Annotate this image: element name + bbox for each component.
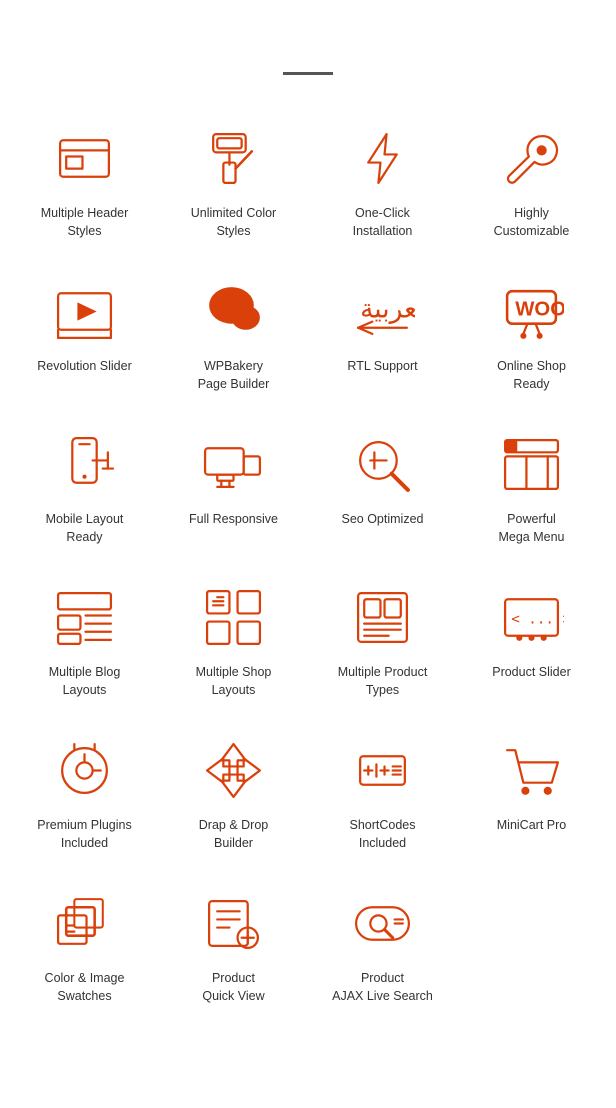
svg-text:العربية: العربية [360, 293, 415, 324]
multiple-shop-layouts-icon [194, 582, 274, 652]
multiple-shop-layouts-label: Multiple Shop Layouts [196, 664, 272, 699]
rtl-support-icon: العربية [343, 276, 423, 346]
mobile-layout-ready-label: Mobile Layout Ready [46, 511, 124, 546]
shortcodes-included-label: ShortCodes Included [349, 817, 415, 852]
color-image-swatches-icon [45, 888, 125, 958]
minicart-pro-icon [492, 735, 572, 805]
seo-optimized-icon [343, 429, 423, 499]
unlimited-color-styles-label: Unlimited Color Styles [191, 205, 276, 240]
feature-item-multiple-header-styles: Multiple Header Styles [10, 105, 159, 258]
full-responsive-label: Full Responsive [189, 511, 278, 529]
multiple-product-types-label: Multiple Product Types [338, 664, 428, 699]
product-slider-icon: < ... > [492, 582, 572, 652]
svg-text:WOO: WOO [515, 298, 564, 320]
feature-item-full-responsive: Full Responsive [159, 411, 308, 564]
online-shop-ready-icon: WOO [492, 276, 572, 346]
features-grid: Multiple Header Styles Unlimited Color St… [0, 105, 616, 1023]
feature-item-powerful-mega-menu: Powerful Mega Menu [457, 411, 606, 564]
feature-item-shortcodes-included: ShortCodes Included [308, 717, 457, 870]
revolution-slider-icon [45, 276, 125, 346]
wpbakery-page-builder-icon [194, 276, 274, 346]
premium-plugins-included-label: Premium Plugins Included [37, 817, 131, 852]
product-slider-label: Product Slider [492, 664, 571, 682]
feature-item-product-quick-view: Product Quick View [159, 870, 308, 1023]
multiple-header-styles-label: Multiple Header Styles [41, 205, 129, 240]
svg-text:< ... >: < ... > [511, 611, 564, 627]
multiple-header-styles-icon [45, 123, 125, 193]
feature-item-online-shop-ready: WOO Online Shop Ready [457, 258, 606, 411]
product-quick-view-icon [194, 888, 274, 958]
feature-item-multiple-shop-layouts: Multiple Shop Layouts [159, 564, 308, 717]
minicart-pro-label: MiniCart Pro [497, 817, 566, 835]
highly-customizable-label: Highly Customizable [494, 205, 570, 240]
multiple-product-types-icon [343, 582, 423, 652]
drag-drop-builder-icon [194, 735, 274, 805]
product-quick-view-label: Product Quick View [202, 970, 264, 1005]
rtl-support-label: RTL Support [347, 358, 417, 376]
seo-optimized-label: Seo Optimized [342, 511, 424, 529]
feature-item-multiple-blog-layouts: Multiple Blog Layouts [10, 564, 159, 717]
powerful-mega-menu-icon [492, 429, 572, 499]
powerful-mega-menu-label: Powerful Mega Menu [498, 511, 564, 546]
product-ajax-live-search-icon [343, 888, 423, 958]
multiple-blog-layouts-icon [45, 582, 125, 652]
feature-item-revolution-slider: Revolution Slider [10, 258, 159, 411]
feature-item-seo-optimized: Seo Optimized [308, 411, 457, 564]
drag-drop-builder-label: Drap & Drop Builder [199, 817, 268, 852]
mobile-layout-ready-icon [45, 429, 125, 499]
premium-plugins-included-icon [45, 735, 125, 805]
shortcodes-included-icon [343, 735, 423, 805]
feature-item-multiple-product-types: Multiple Product Types [308, 564, 457, 717]
feature-item-rtl-support: العربية RTL Support [308, 258, 457, 411]
one-click-installation-label: One-Click Installation [353, 205, 413, 240]
feature-item-product-ajax-live-search: Product AJAX Live Search [308, 870, 457, 1023]
wpbakery-page-builder-label: WPBakery Page Builder [198, 358, 270, 393]
title-underline [283, 72, 333, 75]
feature-item-mobile-layout-ready: Mobile Layout Ready [10, 411, 159, 564]
feature-item-highly-customizable: Highly Customizable [457, 105, 606, 258]
color-image-swatches-label: Color & Image Swatches [45, 970, 125, 1005]
product-ajax-live-search-label: Product AJAX Live Search [332, 970, 433, 1005]
highly-customizable-icon [492, 123, 572, 193]
feature-item-product-slider: < ... > Product Slider [457, 564, 606, 717]
revolution-slider-label: Revolution Slider [37, 358, 132, 376]
online-shop-ready-label: Online Shop Ready [497, 358, 566, 393]
unlimited-color-styles-icon [194, 123, 274, 193]
feature-item-premium-plugins-included: Premium Plugins Included [10, 717, 159, 870]
multiple-blog-layouts-label: Multiple Blog Layouts [49, 664, 121, 699]
feature-item-wpbakery-page-builder: WPBakery Page Builder [159, 258, 308, 411]
full-responsive-icon [194, 429, 274, 499]
feature-item-unlimited-color-styles: Unlimited Color Styles [159, 105, 308, 258]
one-click-installation-icon [343, 123, 423, 193]
feature-item-minicart-pro: MiniCart Pro [457, 717, 606, 870]
feature-item-one-click-installation: One-Click Installation [308, 105, 457, 258]
feature-item-color-image-swatches: Color & Image Swatches [10, 870, 159, 1023]
feature-item-drag-drop-builder: Drap & Drop Builder [159, 717, 308, 870]
page-title [0, 0, 616, 72]
